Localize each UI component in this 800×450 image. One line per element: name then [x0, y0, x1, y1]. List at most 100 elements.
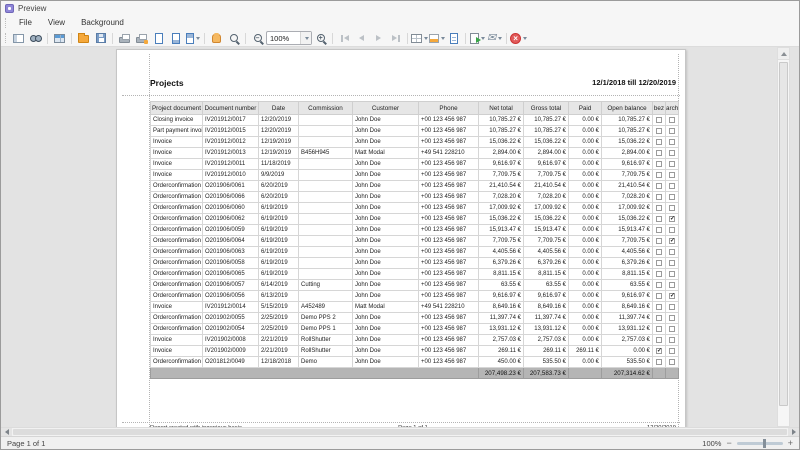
zoom-out-button[interactable]: − [726, 438, 731, 448]
page-setup-button[interactable] [150, 30, 167, 46]
cell-amount: 8,811.15 € [523, 268, 569, 280]
toolbar: 100% ✉ × [1, 30, 799, 47]
last-page-icon [391, 35, 397, 41]
cell-checkbox [652, 114, 666, 126]
cell: B456H945 [298, 147, 353, 159]
menu-view[interactable]: View [41, 17, 72, 28]
zoom-out-icon [253, 34, 262, 42]
cell-amount: 11,397.74 € [601, 312, 653, 324]
scroll-left-button[interactable] [1, 428, 12, 436]
cell: 6/19/2019 [258, 235, 299, 247]
zoom-level-combo[interactable]: 100% [266, 31, 312, 45]
cell-amount: 6,379.26 € [523, 257, 569, 269]
cell: John Doe [352, 180, 419, 192]
page-color-button[interactable] [428, 30, 445, 46]
thumbnails-panel-icon [13, 33, 24, 43]
horizontal-scroll-thumb[interactable] [13, 429, 787, 435]
horizontal-scrollbar[interactable] [1, 427, 799, 436]
cell-amount: 7,709.75 € [478, 169, 524, 181]
cell-amount: 6,379.26 € [478, 257, 524, 269]
page-margins-icon [171, 32, 180, 44]
cell-amount: 0.00 € [568, 114, 602, 126]
cell-amount: 11,397.74 € [523, 312, 569, 324]
cell-amount: 10,785.27 € [601, 114, 653, 126]
cell: 12/20/2019 [258, 114, 299, 126]
send-email-button[interactable]: ✉ [486, 30, 503, 46]
cell-amount: 0.00 € [568, 356, 602, 368]
cell: IV201912/0017 [202, 114, 259, 126]
cell-amount: 0.00 € [568, 334, 602, 346]
print-button[interactable] [116, 30, 133, 46]
page-background-icon [185, 32, 194, 44]
cell-checkbox: ✓ [652, 345, 666, 357]
cell-amount: 2,757.03 € [601, 334, 653, 346]
thumbnails-panel-button[interactable] [10, 30, 27, 46]
first-page-button[interactable] [336, 30, 353, 46]
previous-page-button[interactable] [353, 30, 370, 46]
cell-amount: 10,785.27 € [601, 125, 653, 137]
zoom-out-button[interactable] [249, 30, 266, 46]
cell-checkbox [665, 125, 679, 137]
zoom-slider-thumb[interactable] [762, 438, 766, 448]
arch-checkbox [669, 138, 675, 145]
cell: John Doe [352, 356, 419, 368]
zoom-slider[interactable] [736, 438, 783, 448]
cell-amount: 21,410.54 € [478, 180, 524, 192]
bez-checkbox [656, 160, 662, 167]
total-cell [568, 367, 602, 379]
table-of-contents-button[interactable] [51, 30, 68, 46]
export-document-button[interactable] [469, 30, 486, 46]
arch-checkbox [669, 314, 675, 321]
vertical-scroll-thumb[interactable] [779, 62, 788, 406]
cell-checkbox [665, 191, 679, 203]
bez-checkbox [656, 336, 662, 343]
magnifier-icon [229, 34, 238, 42]
column-header: Open balance [601, 101, 653, 115]
cell: +00 123 456 987 [418, 279, 479, 291]
scroll-up-button[interactable] [778, 48, 789, 60]
bez-checkbox [656, 281, 662, 288]
preview-window: Preview File View Background 100% ✉ × Proj… [0, 0, 800, 450]
hand-tool-icon [212, 32, 221, 43]
next-page-button[interactable] [370, 30, 387, 46]
page-setup-icon [154, 32, 163, 44]
titlebar: Preview [1, 1, 799, 15]
table-row: Closing invoice IV201912/0017 12/20/2019 Jo… [150, 114, 679, 126]
last-page-button[interactable] [387, 30, 404, 46]
page-margins-button[interactable] [167, 30, 184, 46]
cell: +00 123 456 987 [418, 224, 479, 236]
vertical-scrollbar[interactable] [777, 47, 790, 427]
cell: +00 123 456 987 [418, 158, 479, 170]
cell: Orderconfirmation [150, 323, 203, 335]
open-document-button[interactable] [75, 30, 92, 46]
find-button[interactable] [27, 30, 44, 46]
zoom-select-button[interactable] [225, 30, 242, 46]
watermark-button[interactable] [445, 30, 462, 46]
save-document-button[interactable] [92, 30, 109, 46]
cell [298, 257, 353, 269]
zoom-in-button[interactable]: + [788, 438, 793, 448]
menu-background[interactable]: Background [74, 17, 131, 28]
menu-file[interactable]: File [12, 17, 39, 28]
cell: 6/19/2019 [258, 224, 299, 236]
table-row: Orderconfirmation O201906/0061 6/20/2019 Jo… [150, 180, 679, 192]
statusbar: Page 1 of 1 100% − + [1, 436, 799, 449]
cell: +00 123 456 987 [418, 257, 479, 269]
projects-table: Project document Document number Date Commi… [150, 101, 679, 379]
zoom-dropdown[interactable] [300, 32, 311, 44]
cell: 6/19/2019 [258, 213, 299, 225]
table-row: Invoice IV201912/0013 12/19/2019 B456H945 Ma… [150, 147, 679, 159]
page-background-button[interactable] [184, 30, 201, 46]
zoom-in-button[interactable] [312, 30, 329, 46]
toolbar-separator [112, 32, 113, 44]
quick-print-button[interactable] [133, 30, 150, 46]
cell-checkbox [665, 257, 679, 269]
cell: John Doe [352, 125, 419, 137]
arch-checkbox [669, 149, 675, 156]
scroll-right-button[interactable] [788, 428, 799, 436]
multiple-pages-button[interactable] [411, 30, 428, 46]
hand-tool-button[interactable] [208, 30, 225, 46]
zoom-level-value: 100% [270, 33, 290, 43]
cell-checkbox [665, 356, 679, 368]
exit-preview-button[interactable]: × [510, 30, 527, 46]
